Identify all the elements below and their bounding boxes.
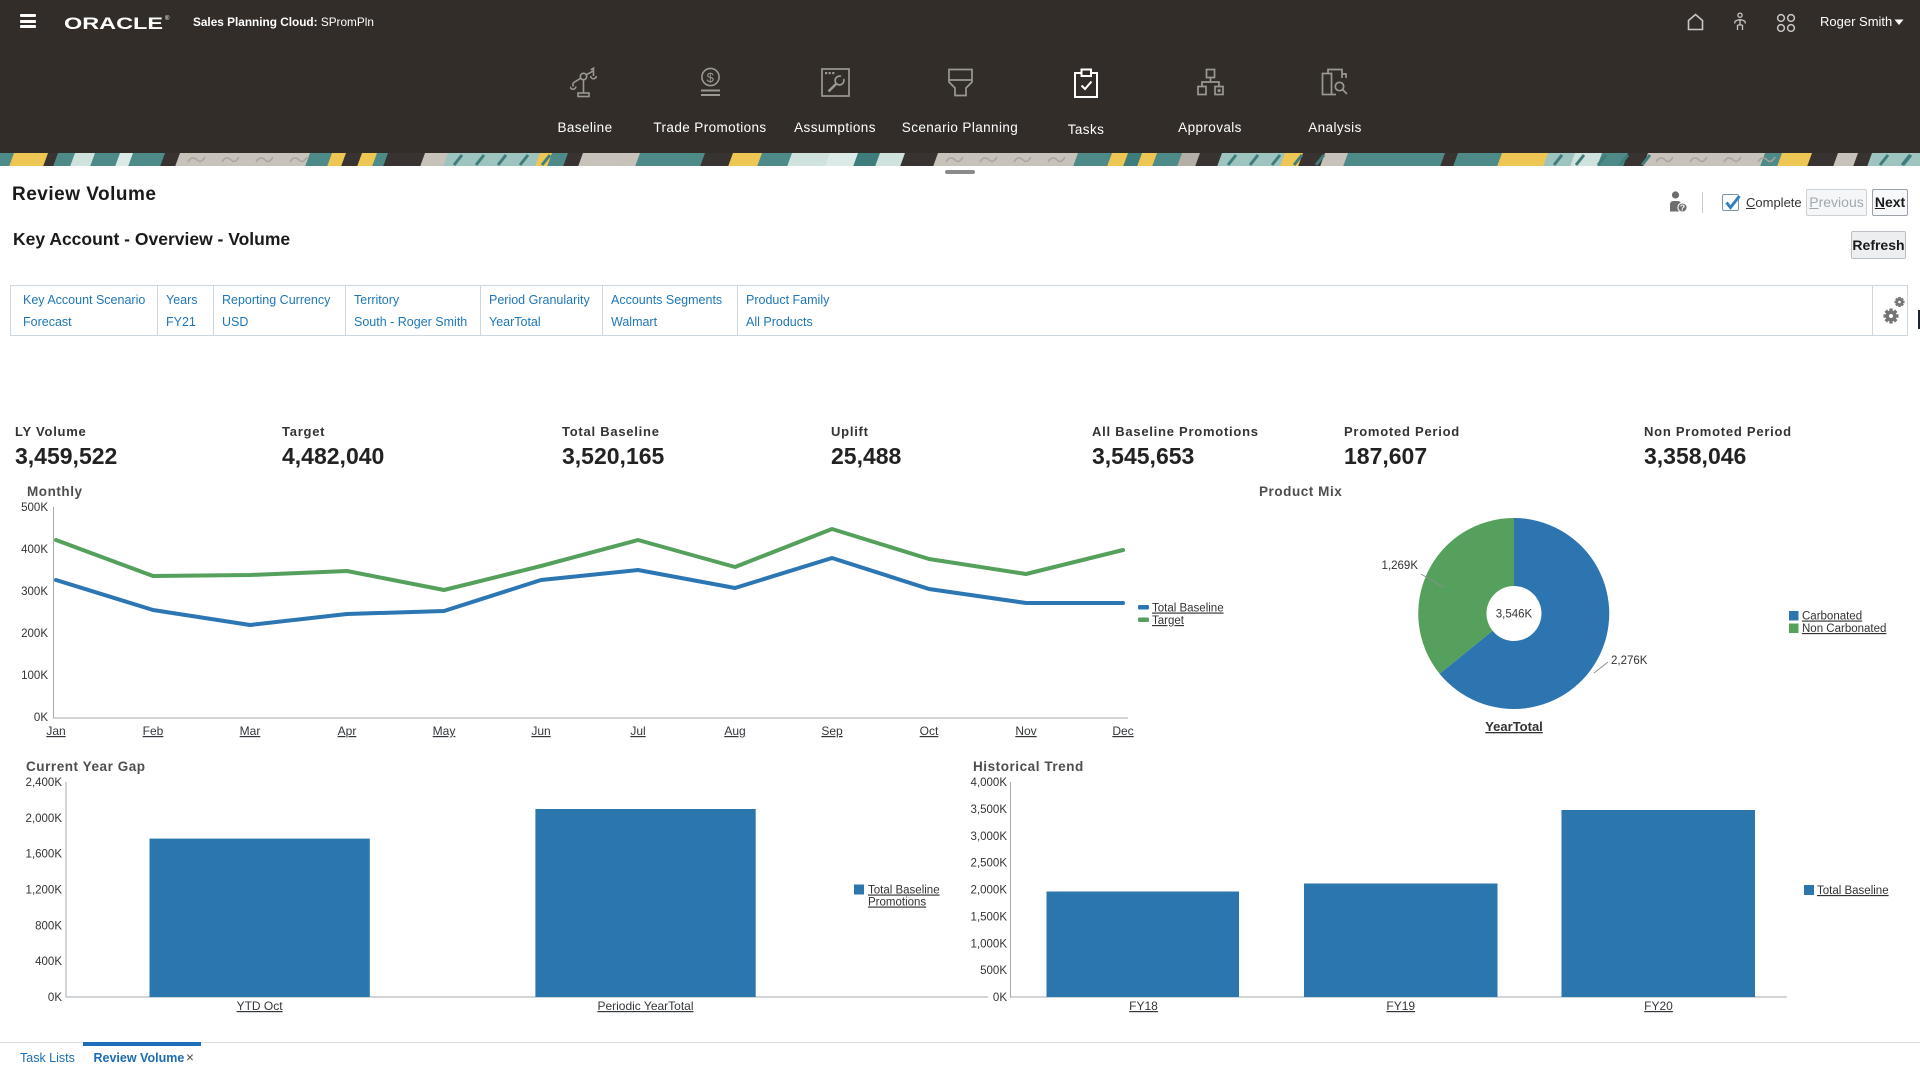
svg-text:Mar: Mar <box>240 724 261 738</box>
svg-text:0K: 0K <box>34 712 48 724</box>
svg-text:3,500K: 3,500K <box>971 804 1008 816</box>
svg-text:200K: 200K <box>21 628 48 640</box>
svg-text:FY20: FY20 <box>1644 999 1673 1013</box>
svg-text:Total Baseline: Total Baseline <box>1817 885 1889 897</box>
svg-text:1,200K: 1,200K <box>26 885 63 897</box>
svg-text:Non Carbonated: Non Carbonated <box>1802 623 1886 635</box>
svg-text:Feb: Feb <box>143 724 164 738</box>
svg-text:Periodic YearTotal: Periodic YearTotal <box>597 999 693 1013</box>
svg-text:800K: 800K <box>35 920 62 932</box>
svg-text:1,000K: 1,000K <box>971 938 1008 950</box>
svg-text:2,400K: 2,400K <box>26 777 63 789</box>
svg-text:Jul: Jul <box>630 724 645 738</box>
svg-text:Target: Target <box>1152 615 1185 627</box>
svg-text:Jun: Jun <box>531 724 550 738</box>
svg-text:500K: 500K <box>980 965 1007 977</box>
svg-text:1,269K: 1,269K <box>1382 560 1419 572</box>
svg-text:YearTotal: YearTotal <box>1485 719 1543 734</box>
svg-text:3,546K: 3,546K <box>1496 609 1533 621</box>
svg-text:Promotions: Promotions <box>868 897 926 909</box>
svg-text:3,000K: 3,000K <box>971 831 1008 843</box>
svg-text:0K: 0K <box>48 992 62 1004</box>
svg-text:Jan: Jan <box>46 724 65 738</box>
svg-text:Total Baseline: Total Baseline <box>1152 603 1224 615</box>
svg-text:FY19: FY19 <box>1386 999 1415 1013</box>
svg-text:400K: 400K <box>35 956 62 968</box>
svg-text:2,500K: 2,500K <box>971 858 1008 870</box>
svg-text:2,000K: 2,000K <box>26 813 63 825</box>
svg-text:Oct: Oct <box>920 724 939 738</box>
svg-text:May: May <box>433 724 456 738</box>
svg-text:?: ? <box>1680 203 1685 213</box>
svg-text:Sep: Sep <box>821 724 843 738</box>
svg-text:Apr: Apr <box>338 724 357 738</box>
svg-text:Dec: Dec <box>1112 724 1133 738</box>
svg-text:300K: 300K <box>21 586 48 598</box>
svg-text:Aug: Aug <box>724 724 745 738</box>
svg-text:YTD Oct: YTD Oct <box>237 999 284 1013</box>
svg-text:100K: 100K <box>21 670 48 682</box>
svg-text:Total Baseline: Total Baseline <box>868 885 940 897</box>
svg-text:1,500K: 1,500K <box>971 911 1008 923</box>
svg-text:1,600K: 1,600K <box>26 849 63 861</box>
svg-text:FY18: FY18 <box>1129 999 1158 1013</box>
svg-text:2,276K: 2,276K <box>1611 655 1648 667</box>
svg-text:0K: 0K <box>993 992 1007 1004</box>
svg-text:Carbonated: Carbonated <box>1802 611 1862 623</box>
svg-text:500K: 500K <box>21 502 48 514</box>
svg-text:400K: 400K <box>21 544 48 556</box>
svg-text:Nov: Nov <box>1015 724 1036 738</box>
svg-text:2,000K: 2,000K <box>971 885 1008 897</box>
svg-text:4,000K: 4,000K <box>971 777 1008 789</box>
